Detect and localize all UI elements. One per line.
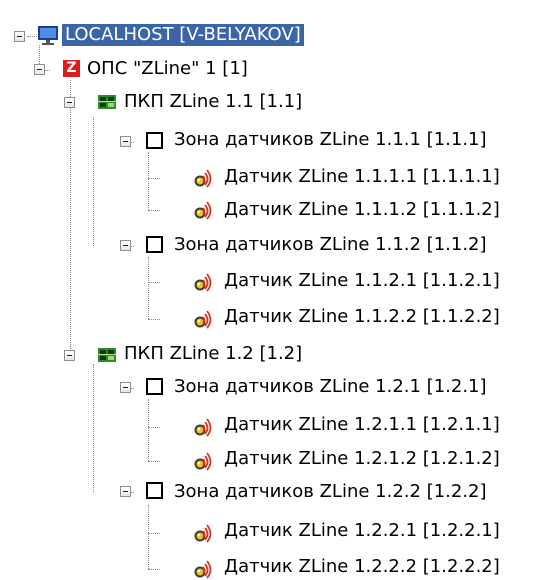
collapse-toggle[interactable] xyxy=(120,136,131,147)
collapse-toggle[interactable] xyxy=(64,97,75,108)
collapse-toggle[interactable] xyxy=(120,382,131,393)
collapse-toggle[interactable] xyxy=(34,64,45,75)
collapse-toggle[interactable] xyxy=(120,486,131,497)
tree-item-zone-1-1-2[interactable]: Зона датчиков ZLine 1.1.2 [1.1.2] xyxy=(174,234,487,256)
tree-item-localhost[interactable]: LOCALHOST [V-BELYAKOV] xyxy=(62,24,304,46)
tree-line xyxy=(148,533,160,534)
zone-square-icon xyxy=(146,236,163,253)
sensor-signal-icon xyxy=(193,272,215,292)
tree-item-sensor-1-1-2-1[interactable]: Датчик ZLine 1.1.2.1 [1.1.2.1] xyxy=(224,270,500,292)
tree-line xyxy=(27,36,37,37)
tree-line xyxy=(148,505,149,569)
tree-item-sensor-1-2-1-2[interactable]: Датчик ZLine 1.2.1.2 [1.2.1.2] xyxy=(224,448,500,470)
collapse-toggle[interactable] xyxy=(14,31,25,42)
tree-item-sensor-1-1-1-2[interactable]: Датчик ZLine 1.1.1.2 [1.1.1.2] xyxy=(224,199,500,221)
z-logo-icon: Z xyxy=(63,60,80,77)
tree-line xyxy=(148,210,160,211)
tree-line xyxy=(93,117,94,246)
device-tree: LOCALHOST [V-BELYAKOV] Z ОПС "ZLine" 1 [… xyxy=(0,0,546,580)
zone-square-icon xyxy=(146,482,163,499)
tree-line xyxy=(148,257,149,319)
tree-item-zone-1-1-1[interactable]: Зона датчиков ZLine 1.1.1 [1.1.1] xyxy=(174,129,487,151)
zone-square-icon xyxy=(146,132,163,149)
tree-item-sensor-1-2-2-2[interactable]: Датчик ZLine 1.2.2.2 [1.2.2.2] xyxy=(224,556,500,578)
circuit-board-icon xyxy=(98,95,116,109)
zone-square-icon xyxy=(146,378,163,395)
tree-line xyxy=(148,461,160,462)
monitor-icon xyxy=(38,26,58,45)
tree-line xyxy=(93,364,94,492)
tree-line xyxy=(148,319,160,320)
tree-line xyxy=(148,569,160,570)
sensor-signal-icon xyxy=(193,168,215,188)
sensor-signal-icon xyxy=(193,451,215,471)
circuit-board-icon xyxy=(98,348,116,362)
collapse-toggle[interactable] xyxy=(120,240,131,251)
tree-line xyxy=(148,178,160,179)
tree-item-pkp-1-2[interactable]: ПКП ZLine 1.2 [1.2] xyxy=(124,343,302,365)
sensor-signal-icon xyxy=(193,200,215,220)
tree-item-ops[interactable]: ОПС "ZLine" 1 [1] xyxy=(87,58,248,80)
sensor-signal-icon xyxy=(193,417,215,437)
tree-item-sensor-1-1-2-2[interactable]: Датчик ZLine 1.1.2.2 [1.1.2.2] xyxy=(224,306,500,328)
tree-line xyxy=(148,152,149,210)
sensor-signal-icon xyxy=(193,559,215,579)
sensor-signal-icon xyxy=(193,523,215,543)
tree-line xyxy=(70,80,71,357)
tree-item-sensor-1-2-2-1[interactable]: Датчик ZLine 1.2.2.1 [1.2.2.1] xyxy=(224,520,500,542)
tree-item-zone-1-2-1[interactable]: Зона датчиков ZLine 1.2.1 [1.2.1] xyxy=(174,376,487,398)
tree-line xyxy=(148,399,149,461)
collapse-toggle[interactable] xyxy=(64,350,75,361)
tree-item-sensor-1-1-1-1[interactable]: Датчик ZLine 1.1.1.1 [1.1.1.1] xyxy=(224,166,500,188)
tree-line xyxy=(148,427,160,428)
tree-line xyxy=(148,282,160,283)
sensor-signal-icon xyxy=(193,309,215,329)
tree-item-sensor-1-2-1-1[interactable]: Датчик ZLine 1.2.1.1 [1.2.1.1] xyxy=(224,414,500,436)
tree-item-zone-1-2-2[interactable]: Зона датчиков ZLine 1.2.2 [1.2.2] xyxy=(174,481,487,503)
tree-item-pkp-1-1[interactable]: ПКП ZLine 1.1 [1.1] xyxy=(124,91,302,113)
